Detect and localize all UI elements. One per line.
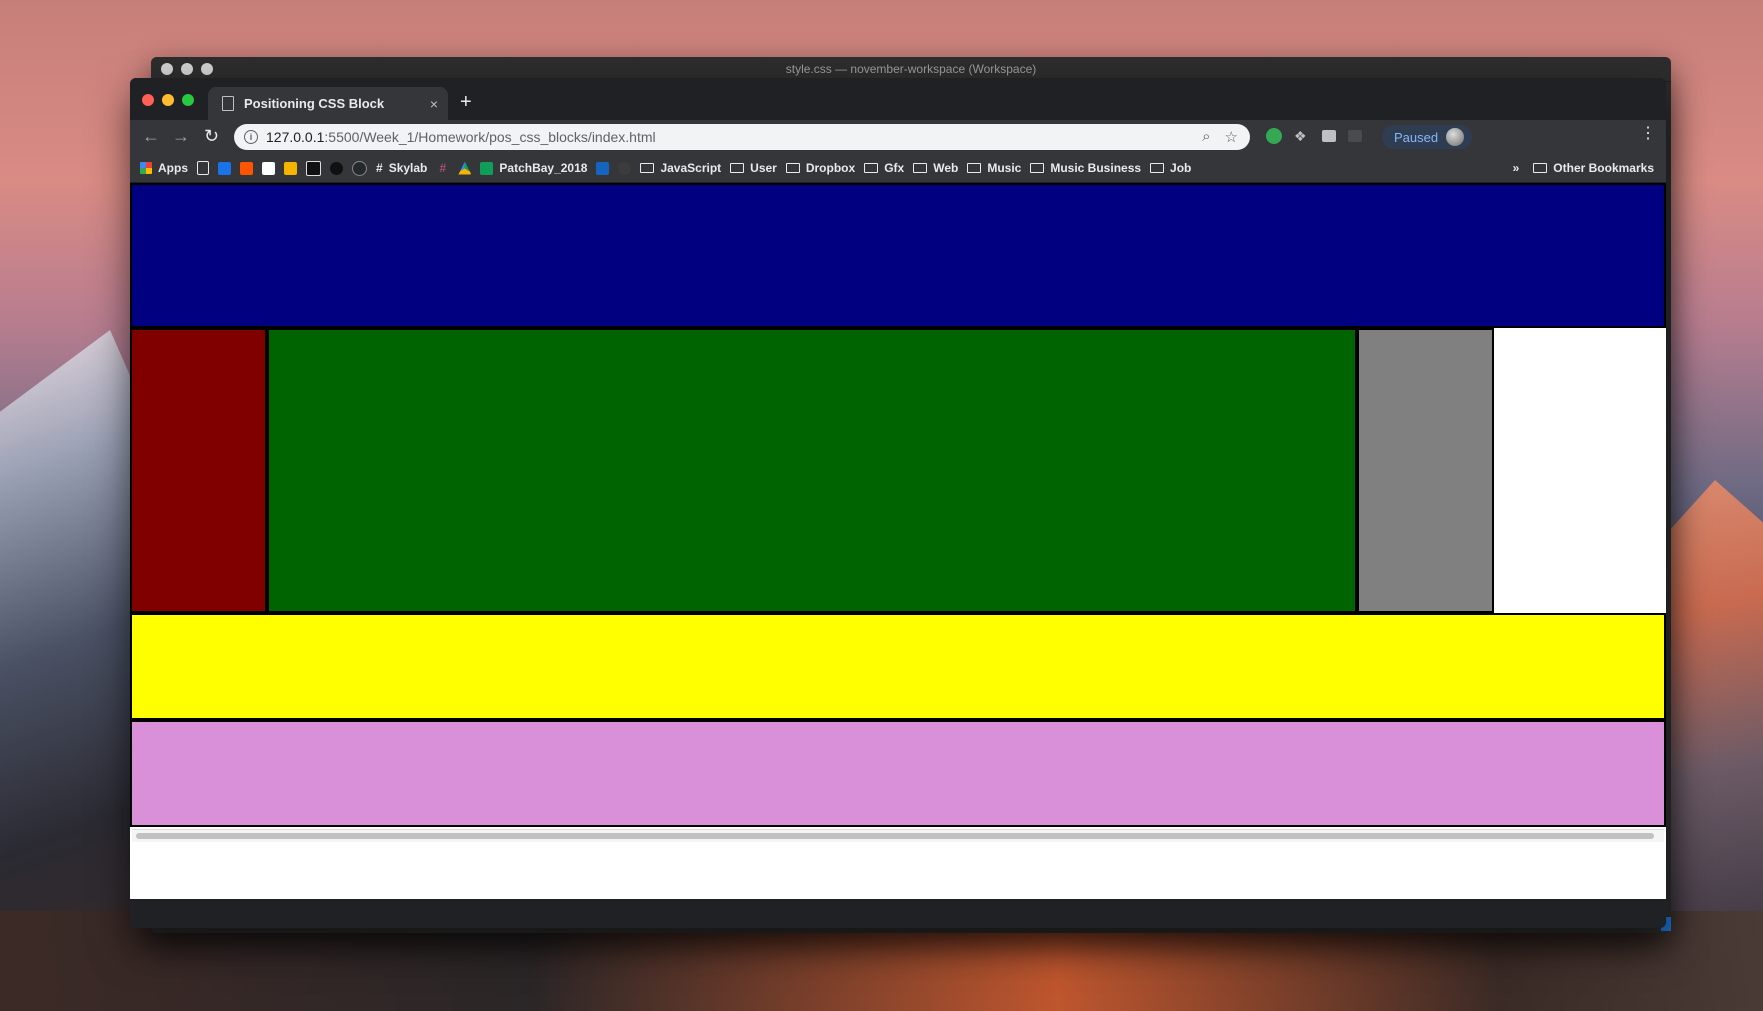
chat-extension-icon[interactable] [1322, 130, 1336, 142]
minimize-window-button[interactable] [162, 94, 174, 106]
tab-close-icon[interactable]: × [430, 96, 438, 112]
bookmark-star-icon[interactable]: ☆ [1225, 128, 1238, 146]
folder-icon [967, 163, 982, 173]
right-column-block [1357, 328, 1494, 613]
bookmark-label: Dropbox [805, 161, 856, 175]
slack-bookmark-icon[interactable]: # [436, 161, 449, 175]
yellow-band-block [130, 613, 1666, 720]
new-tab-button[interactable]: + [460, 92, 472, 112]
bookmark-dark-icon[interactable] [306, 160, 321, 176]
apps-grid-icon [140, 162, 152, 174]
main-block [267, 328, 1357, 613]
forward-button[interactable]: → [172, 127, 190, 145]
profile-button[interactable]: Paused [1382, 125, 1473, 149]
address-bar[interactable]: i 127.0.0.1:5500/Week_1/Homework/pos_css… [234, 124, 1250, 150]
bookmarks-overflow-icon[interactable]: » [1513, 161, 1520, 175]
bookmark-label: Skylab [388, 161, 428, 175]
bookmarks-bar-right: » Other Bookmarks [1513, 161, 1654, 175]
fullscreen-window-button[interactable] [182, 94, 194, 106]
bookmark-blue-icon[interactable] [218, 161, 231, 175]
back-button[interactable]: ← [142, 127, 160, 145]
info-icon[interactable]: i [244, 130, 258, 144]
zoom-icon[interactable]: ⌕ [1202, 128, 1210, 146]
extension-green-icon[interactable] [1266, 128, 1282, 144]
folder-icon [1533, 163, 1548, 173]
tab-title: Positioning CSS Block [244, 96, 385, 111]
avatar [1446, 128, 1465, 146]
address-bar-actions: ⌕ ☆ [1202, 128, 1238, 146]
drive-bookmark-icon[interactable] [458, 161, 472, 175]
bookmark-folder-other[interactable]: Other Bookmarks [1533, 161, 1654, 175]
bookmark-label: JavaScript [660, 161, 722, 175]
window-controls [142, 94, 194, 106]
bookmark-folder-job[interactable]: Job [1150, 161, 1191, 175]
footer-block [130, 720, 1666, 827]
bookmark-label: Music Business [1050, 161, 1142, 175]
soundcloud-bookmark-icon[interactable] [240, 161, 253, 175]
folder-icon [864, 163, 879, 173]
editor-title: style.css — november-workspace (Workspac… [785, 62, 1037, 76]
bookmark-patchbay[interactable]: PatchBay_2018 [480, 161, 587, 175]
bookmark-folder-music-business[interactable]: Music Business [1030, 161, 1141, 175]
bookmark-apps[interactable]: Apps [140, 161, 188, 175]
tab-positioning-css-block[interactable]: Positioning CSS Block × [208, 87, 448, 120]
tab-bar: Positioning CSS Block × + [130, 78, 1666, 120]
extension-dim-icon[interactable] [1348, 130, 1362, 142]
github-bookmark-icon[interactable] [352, 160, 367, 176]
browser-toolbar: ← → ↻ i 127.0.0.1:5500/Week_1/Homework/p… [130, 120, 1666, 154]
bookmark-label: Other Bookmarks [1553, 161, 1654, 175]
bookmark-folder-gfx[interactable]: Gfx [864, 161, 904, 175]
bookmark-folder-javascript[interactable]: JavaScript [640, 161, 721, 175]
gmail-bookmark-icon[interactable] [262, 161, 275, 175]
bookmark-blue-square-icon[interactable] [596, 161, 610, 175]
url-host: 127.0.0.1 [266, 129, 325, 145]
scrollbar-thumb[interactable] [136, 833, 1654, 839]
left-column-block [130, 328, 267, 613]
folder-icon [785, 163, 800, 173]
url-path: :5500/Week_1/Homework/pos_css_blocks/ind… [324, 129, 656, 145]
header-block [130, 183, 1666, 328]
bookmark-grey-circle-icon[interactable] [618, 161, 632, 175]
bookmark-folder-user[interactable]: User [730, 161, 777, 175]
folder-icon [640, 163, 655, 173]
extensions-area: ❖ [1266, 128, 1362, 144]
bookmark-folder-dropbox[interactable]: Dropbox [785, 161, 856, 175]
keep-bookmark-icon[interactable] [284, 161, 297, 175]
profile-status: Paused [1394, 129, 1439, 145]
page-icon [222, 96, 234, 111]
page-viewport [130, 183, 1666, 899]
bookmarks-bar: Apps # Skylab # PatchBay_2018 JavaScript… [130, 154, 1666, 183]
reload-button[interactable]: ↻ [204, 127, 219, 145]
dropbox-extension-icon[interactable]: ❖ [1294, 129, 1310, 143]
sheets-icon [480, 161, 494, 175]
folder-icon [913, 163, 928, 173]
bookmark-label: Music [987, 161, 1022, 175]
bookmark-folder-music[interactable]: Music [967, 161, 1021, 175]
browser-window: Positioning CSS Block × + ← → ↻ i 127.0.… [130, 78, 1666, 928]
browser-menu-icon[interactable]: ⋮ [1640, 126, 1656, 142]
hash-icon: # [376, 161, 383, 175]
folder-icon [730, 163, 745, 173]
bookmark-skylab[interactable]: # Skylab [376, 161, 427, 175]
bookmark-label: Gfx [884, 161, 905, 175]
horizontal-scrollbar[interactable] [132, 829, 1664, 842]
bookmark-circle-icon[interactable] [330, 161, 343, 175]
bookmark-folder-web[interactable]: Web [913, 161, 958, 175]
bookmark-label: User [750, 161, 777, 175]
bookmark-label: Web [933, 161, 959, 175]
folder-icon [1030, 163, 1045, 173]
close-window-button[interactable] [142, 94, 154, 106]
folder-icon [1150, 163, 1165, 173]
page-bookmark-icon[interactable] [197, 161, 209, 175]
bookmark-label: PatchBay_2018 [499, 161, 588, 175]
bookmark-label: Job [1170, 161, 1192, 175]
bookmark-label: Apps [158, 161, 188, 175]
